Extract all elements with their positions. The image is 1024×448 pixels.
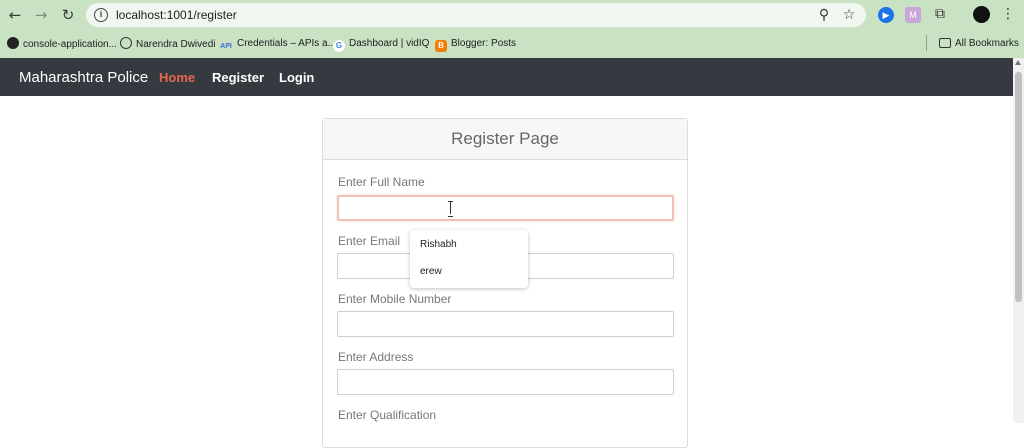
brand-logo[interactable]: Maharashtra Police: [19, 69, 148, 86]
nav-register-link[interactable]: Register: [212, 70, 264, 85]
api-icon: API: [220, 43, 232, 50]
reload-icon[interactable]: ↻: [59, 6, 77, 24]
autofill-option[interactable]: Rishabh: [420, 239, 457, 250]
email-label: Enter Email: [338, 234, 401, 248]
browser-toolbar: ← → ↻ i localhost:1001/register ⚲ ☆ ▶ M …: [0, 0, 1024, 30]
bookmark-item[interactable]: B Blogger: Posts: [435, 37, 517, 52]
address-bar[interactable]: i localhost:1001/register ⚲ ☆: [86, 3, 866, 27]
bookmark-label: console-application...: [23, 39, 117, 50]
scroll-up-arrow-icon[interactable]: [1015, 60, 1021, 65]
site-info-icon[interactable]: i: [94, 8, 108, 22]
full-name-label: Enter Full Name: [338, 175, 425, 189]
bookmark-label: Blogger: Posts: [451, 38, 517, 49]
profile-avatar[interactable]: [973, 6, 990, 23]
star-bookmark-icon[interactable]: ☆: [841, 7, 857, 23]
mobile-number-label: Enter Mobile Number: [338, 292, 452, 306]
bookmark-label: Credentials – APIs a...: [237, 38, 336, 49]
forward-arrow-icon[interactable]: →: [32, 6, 50, 24]
qualification-label: Enter Qualification: [338, 408, 437, 422]
github-icon: [7, 37, 19, 49]
bookmark-item[interactable]: console-application...: [7, 37, 117, 51]
extension-icon[interactable]: M: [905, 7, 921, 23]
bookmark-label: Dashboard | vidIQ: [349, 38, 430, 49]
bookmarks-divider: [926, 35, 927, 51]
bookmark-item[interactable]: Narendra Dwivedi: [120, 37, 215, 51]
full-name-input[interactable]: [337, 195, 674, 221]
address-label: Enter Address: [338, 350, 414, 364]
bookmarks-bar: console-application... Narendra Dwivedi …: [0, 30, 1024, 58]
all-bookmarks[interactable]: All Bookmarks: [939, 37, 1019, 51]
mobile-number-input[interactable]: [337, 311, 674, 337]
person-icon: [120, 37, 132, 49]
url-text[interactable]: localhost:1001/register: [116, 8, 237, 22]
bookmark-item[interactable]: API Credentials – APIs a...: [219, 37, 336, 51]
bookmark-label: Narendra Dwivedi: [136, 39, 216, 50]
folder-icon: [939, 38, 951, 48]
text-cursor-icon: [448, 201, 454, 217]
card-header: Register Page: [323, 119, 687, 160]
extension-icon[interactable]: ▶: [878, 7, 894, 23]
all-bookmarks-label: All Bookmarks: [955, 38, 1019, 49]
app-navbar: Maharashtra Police Home Register Login: [0, 58, 1013, 96]
page-title: Register Page: [451, 129, 559, 148]
back-arrow-icon[interactable]: ←: [6, 6, 24, 24]
zoom-icon[interactable]: ⚲: [816, 7, 832, 23]
google-icon: G: [333, 40, 345, 52]
puzzle-extensions-icon[interactable]: ⧉: [932, 6, 948, 22]
browser-menu-icon[interactable]: ⋮: [1001, 5, 1015, 23]
autofill-option[interactable]: erew: [420, 266, 442, 277]
nav-home-link[interactable]: Home: [159, 70, 195, 85]
blogger-icon: B: [435, 40, 447, 52]
address-input[interactable]: [337, 369, 674, 395]
autofill-dropdown: Rishabh erew: [410, 230, 528, 288]
scroll-thumb[interactable]: [1015, 72, 1022, 302]
page-scrollbar[interactable]: [1013, 58, 1024, 423]
nav-login-link[interactable]: Login: [279, 70, 314, 85]
bookmark-item[interactable]: G Dashboard | vidIQ: [333, 37, 430, 52]
